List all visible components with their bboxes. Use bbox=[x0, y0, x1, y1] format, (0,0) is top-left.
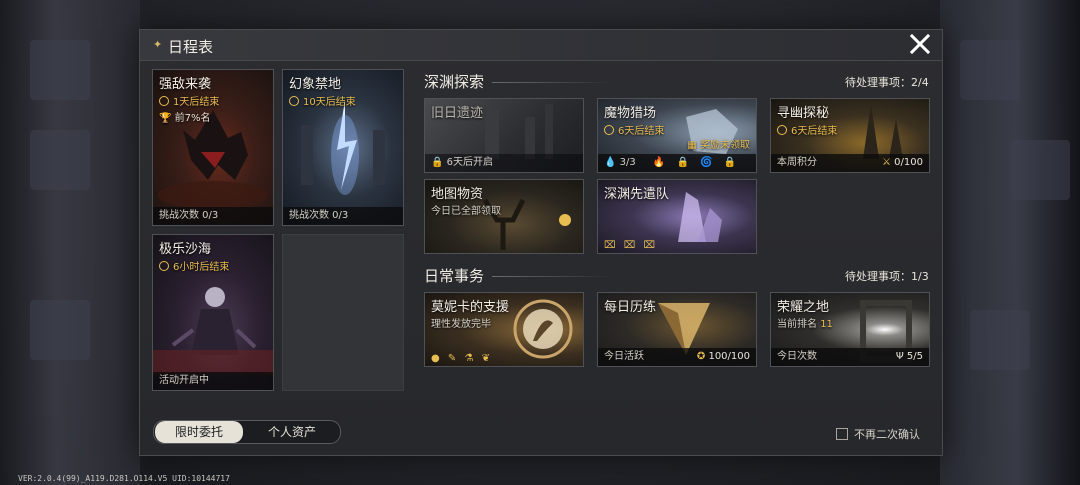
flame-icon: 🔥 bbox=[652, 157, 666, 168]
abyss-card-exploration[interactable]: 寻幽探秘 6天后结束 本周积分 ⚔ 0/100 bbox=[770, 98, 930, 173]
drop-icon: 💧 bbox=[604, 157, 617, 168]
tab-personal-assets[interactable]: 个人资产 bbox=[246, 421, 338, 443]
weekly-score: ⚔ 0/100 bbox=[882, 157, 923, 168]
daily-card-monica-support[interactable]: 莫妮卡的支援 理性发放完毕 ● ✎ ⚗ ❦ bbox=[424, 292, 584, 367]
clock-icon bbox=[159, 96, 169, 106]
task-icons: ⌧ ⌧ ⌧ bbox=[604, 240, 660, 251]
card-title: 幻象禁地 bbox=[289, 77, 342, 92]
reward-icon: ⚗ bbox=[464, 353, 474, 364]
card-title: 荣耀之地 bbox=[777, 300, 830, 315]
card-title: 地图物资 bbox=[431, 187, 484, 202]
card-footer: 挑战次数 0/3 bbox=[153, 207, 273, 225]
background-tile bbox=[30, 40, 90, 100]
card-title: 深渊先遣队 bbox=[604, 187, 670, 202]
task-icon: ⌧ bbox=[604, 240, 616, 251]
title-bar: ✦ 日程表 bbox=[140, 30, 942, 61]
abyss-pending-count: 待处理事项：2/4 bbox=[845, 76, 929, 89]
skip-confirm-checkbox[interactable]: 不再二次确认 bbox=[836, 426, 920, 442]
trident-icon: Ψ bbox=[895, 351, 904, 362]
background-tile bbox=[30, 300, 90, 360]
task-icon: ⌧ bbox=[623, 240, 636, 251]
abyss-card-map-supplies[interactable]: 地图物资 今日已全部领取 bbox=[424, 179, 584, 254]
section-divider bbox=[492, 276, 612, 277]
clock-icon bbox=[159, 261, 169, 271]
reward-icon: ✎ bbox=[447, 353, 457, 364]
event-card-desert[interactable]: 极乐沙海 6小时后结束 活动开启中 bbox=[152, 234, 274, 391]
reward-icon: ● bbox=[431, 353, 440, 364]
current-rank: 当前排名 11 bbox=[777, 319, 833, 330]
section-title-daily: 日常事务 bbox=[424, 267, 485, 285]
tab-limited-commission[interactable]: 限时委托 bbox=[155, 421, 243, 443]
card-footer: 挑战次数 0/3 bbox=[283, 207, 403, 225]
lock-icon: 🔒 bbox=[723, 157, 737, 168]
card-title: 每日历练 bbox=[604, 300, 657, 315]
reward-icon: ❦ bbox=[481, 353, 491, 364]
lock-icon: 🔒 bbox=[431, 157, 444, 168]
card-timer: 6小时后结束 bbox=[159, 258, 229, 273]
lock-icon: 🔒 bbox=[676, 157, 690, 168]
card-subtitle: 今日已全部领取 bbox=[431, 206, 501, 217]
card-timer: 10天后结束 bbox=[289, 93, 356, 108]
trophy-icon: 🏆 bbox=[159, 113, 172, 124]
close-button[interactable] bbox=[908, 33, 932, 57]
star-icon: ✪ bbox=[696, 351, 706, 362]
category-toggle: 限时委托 个人资产 bbox=[153, 420, 341, 444]
daily-pending-count: 待处理事项：1/3 bbox=[845, 270, 929, 283]
card-timer: 6天后结束 bbox=[604, 122, 664, 137]
card-footer: 活动开启中 bbox=[153, 372, 273, 390]
swirl-icon: 🌀 bbox=[700, 157, 713, 168]
card-title: 极乐沙海 bbox=[159, 242, 212, 257]
background-tile bbox=[30, 130, 90, 190]
sparkle-icon: ✦ bbox=[153, 38, 163, 51]
checkbox-icon bbox=[836, 428, 848, 440]
reward-unclaimed-badge: ▦ 奖励未领取 bbox=[687, 140, 750, 151]
close-icon bbox=[909, 33, 931, 55]
abyss-card-vanguard[interactable]: 深渊先遣队 ⌧ ⌧ ⌧ bbox=[597, 179, 757, 254]
clock-icon bbox=[777, 125, 787, 135]
card-title: 莫妮卡的支援 bbox=[431, 300, 510, 315]
activity-value: ✪ 100/100 bbox=[696, 351, 750, 362]
checkbox-label: 不再二次确认 bbox=[854, 428, 920, 441]
card-footer: 🔒 6天后开启 bbox=[425, 154, 583, 172]
daily-card-training[interactable]: 每日历练 今日活跃 ✪ 100/100 bbox=[597, 292, 757, 367]
card-timer: 6天后结束 bbox=[777, 122, 837, 137]
card-title: 旧日遗迹 bbox=[431, 106, 484, 121]
abyss-card-monster-hunt[interactable]: 魔物猎场 6天后结束 ▦ 奖励未领取 💧 3/3 🔥 🔒 🌀 🔒 bbox=[597, 98, 757, 173]
attempts-value: Ψ 5/5 bbox=[895, 351, 923, 362]
section-divider bbox=[492, 82, 612, 83]
empty-card-slot bbox=[282, 234, 404, 391]
background-tile bbox=[970, 310, 1030, 370]
panel-title: 日程表 bbox=[168, 38, 214, 56]
version-info: VER:2.0.4(99)_A119.D281.O114.V5 UID:1014… bbox=[18, 474, 230, 483]
abyss-card-ruins[interactable]: 旧日遗迹 🔒 6天后开启 bbox=[424, 98, 584, 173]
card-title: 强敌来袭 bbox=[159, 77, 212, 92]
gift-icon: ▦ bbox=[687, 140, 697, 151]
card-title: 寻幽探秘 bbox=[777, 106, 830, 121]
card-footer: 💧 3/3 🔥 🔒 🌀 🔒 bbox=[598, 154, 756, 172]
event-card-phantom-zone[interactable]: 幻象禁地 10天后结束 挑战次数 0/3 bbox=[282, 69, 404, 226]
swords-icon: ⚔ bbox=[882, 157, 891, 168]
card-timer: 1天后结束 bbox=[159, 93, 219, 108]
card-rank: 🏆 前7%名 bbox=[159, 113, 211, 124]
reward-icons: ● ✎ ⚗ ❦ bbox=[431, 353, 495, 364]
background-tile bbox=[960, 40, 1020, 100]
clock-icon bbox=[289, 96, 299, 106]
clock-icon bbox=[604, 125, 614, 135]
daily-card-glory-land[interactable]: 荣耀之地 当前排名 11 今日次数 Ψ 5/5 bbox=[770, 292, 930, 367]
task-icon: ⌧ bbox=[643, 240, 655, 251]
background-tile bbox=[1010, 140, 1070, 200]
event-card-strong-enemy[interactable]: 强敌来袭 1天后结束 🏆 前7%名 挑战次数 0/3 bbox=[152, 69, 274, 226]
card-subtitle: 理性发放完毕 bbox=[431, 319, 491, 330]
section-title-abyss: 深渊探索 bbox=[424, 73, 485, 91]
card-title: 魔物猎场 bbox=[604, 106, 657, 121]
